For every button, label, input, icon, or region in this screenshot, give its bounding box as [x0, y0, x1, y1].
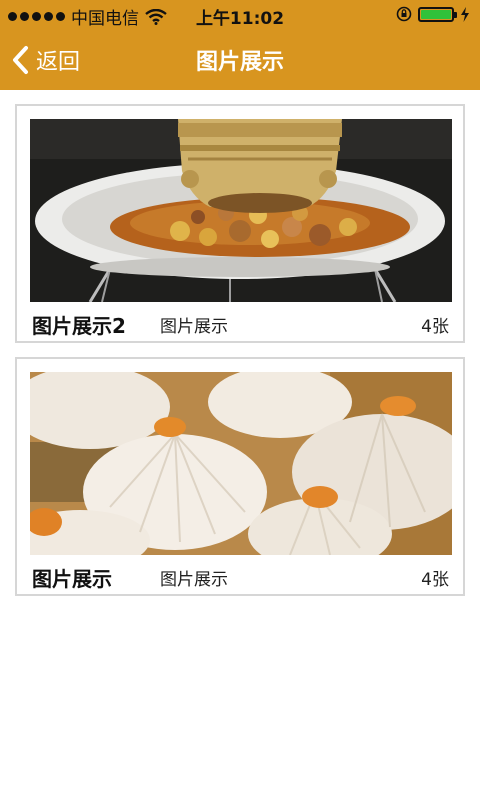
photo-count: 4张: [421, 316, 449, 337]
album-card[interactable]: 图片展示2 图片展示 4张: [15, 104, 465, 343]
charging-icon: [461, 6, 469, 22]
status-right: [396, 6, 470, 22]
page-title: 图片展示: [195, 50, 284, 75]
card-title: 图片展示: [32, 566, 112, 591]
card-caption: 图片展示 图片展示 4张: [32, 563, 449, 591]
album-card[interactable]: 图片展示 图片展示 4张: [15, 357, 465, 596]
app-screen: 中国电信 上午11:02 返回 图片展示 图片展示2 图片展示 4张 图片展示 …: [0, 0, 480, 800]
soup-dumplings-photo: [30, 372, 452, 555]
battery-icon: [418, 6, 457, 22]
status-bar: 中国电信 上午11:02: [0, 0, 480, 30]
top-bar: 中国电信 上午11:02 返回 图片展示: [0, 0, 480, 90]
rotation-lock-icon: [396, 6, 412, 22]
card-title: 图片展示2: [32, 313, 126, 338]
card-subtitle: 图片展示: [160, 316, 228, 337]
card-caption: 图片展示2 图片展示 4张: [32, 310, 449, 338]
navigation-bar: 返回 图片展示: [0, 30, 480, 90]
card-subtitle: 图片展示: [160, 569, 228, 590]
photo-count: 4张: [421, 569, 449, 590]
food-dish-photo: [30, 119, 452, 302]
